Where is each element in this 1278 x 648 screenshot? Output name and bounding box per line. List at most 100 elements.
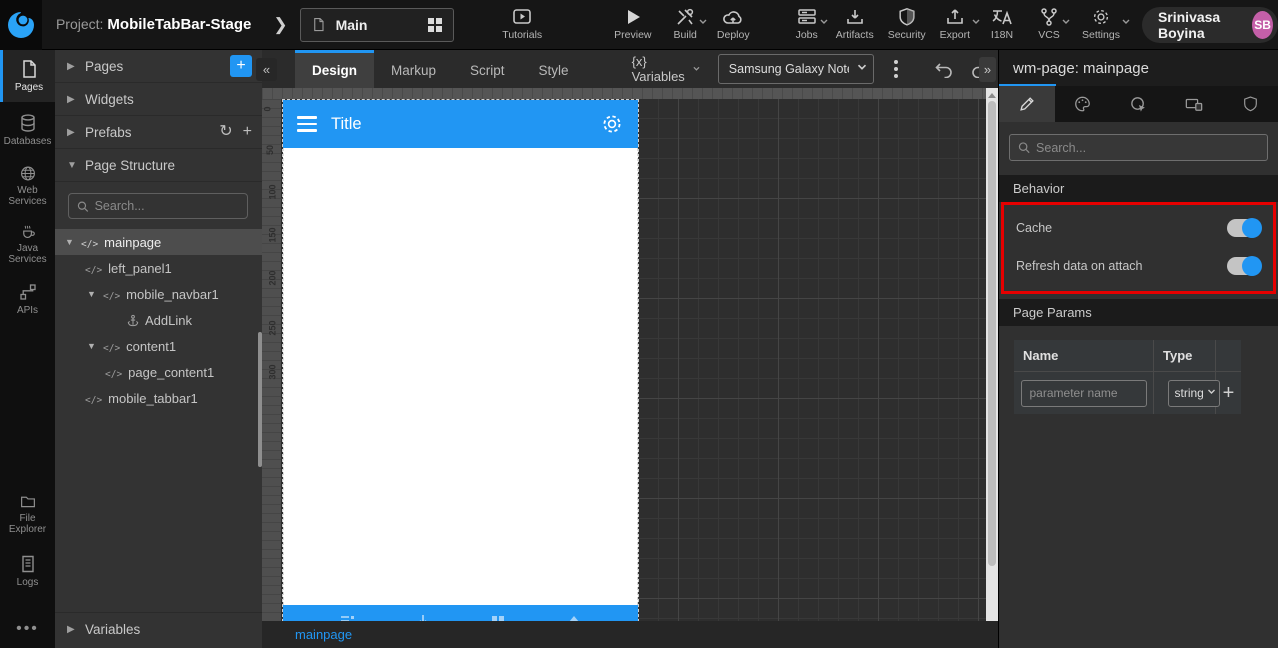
export-button[interactable]: Export [940, 7, 980, 41]
add-parameter-button[interactable]: + [1223, 382, 1235, 405]
vcs-button[interactable]: VCS [1038, 7, 1070, 41]
column-header-type: Type [1154, 340, 1216, 372]
parameter-type-wrapper: string [1167, 379, 1220, 407]
tab-style[interactable]: Style [522, 50, 586, 88]
tab-properties[interactable] [999, 86, 1055, 122]
deploy-button[interactable]: Deploy [717, 7, 750, 41]
tab-design[interactable]: Design [295, 50, 375, 88]
collapse-panel-button[interactable]: « [256, 58, 277, 81]
artifacts-button[interactable]: Artifacts [836, 7, 874, 41]
add-prefab-icon[interactable]: + [243, 124, 252, 140]
tree-item-left-panel1[interactable]: left_panel1 [55, 255, 262, 281]
scroll-up-icon[interactable] [988, 93, 996, 98]
tab-security[interactable] [1222, 86, 1278, 122]
rail-item-java-services[interactable]: Java Services [0, 215, 55, 273]
page-params-table: Name Type string + [1014, 340, 1241, 414]
page-switcher[interactable]: Main [299, 7, 455, 42]
build-button[interactable]: Build [673, 7, 707, 41]
behavior-section-header[interactable]: Behavior [999, 175, 1278, 202]
structure-search-box[interactable] [68, 193, 248, 219]
tree-item-page-content1[interactable]: page_content1 [55, 359, 262, 385]
avatar: SB [1252, 10, 1273, 39]
caret-down-icon[interactable]: ▼ [87, 341, 97, 351]
rail-item-web-services[interactable]: Web Services [0, 157, 55, 215]
variables-dropdown[interactable]: {x} Variables [632, 54, 700, 84]
section-prefabs[interactable]: ▶ Prefabs ↻ + [55, 116, 262, 149]
section-page-structure-label: Page Structure [85, 157, 176, 173]
page-params-section-header[interactable]: Page Params [999, 299, 1278, 326]
section-page-structure[interactable]: ▼ Page Structure [55, 149, 262, 182]
settings-label: Settings [1082, 28, 1120, 41]
device-select[interactable]: Samsung Galaxy Note III [717, 54, 874, 84]
properties-search-input[interactable] [1036, 140, 1259, 155]
navbar-gear-icon[interactable] [600, 112, 624, 136]
properties-search-box[interactable] [1009, 134, 1268, 161]
tab-events[interactable] [1111, 86, 1167, 122]
caret-down-icon[interactable]: ▼ [65, 237, 75, 247]
tree-item-mainpage[interactable]: ▼ mainpage [55, 229, 262, 255]
add-page-button[interactable]: + [230, 55, 252, 77]
hamburger-menu-icon[interactable] [297, 116, 317, 132]
tree-item-mobile-tabbar1[interactable]: mobile_tabbar1 [55, 385, 262, 411]
section-variables[interactable]: ▶ Variables [55, 612, 262, 645]
rail-item-pages[interactable]: Pages [0, 50, 55, 102]
wavemaker-logo[interactable] [0, 0, 42, 50]
inspector-header: wm-page: mainpage [999, 50, 1278, 86]
design-canvas[interactable]: 0 50 100 150 200 250 300 Title [262, 88, 998, 621]
build-label: Build [673, 28, 697, 41]
section-widgets[interactable]: ▶ Widgets [55, 83, 262, 116]
cache-toggle[interactable] [1227, 218, 1262, 238]
toggle-knob [1242, 218, 1262, 238]
section-pages[interactable]: ▶ Pages + [55, 50, 262, 83]
annotation-highlight-box: Cache Refresh data on attach [1001, 202, 1276, 294]
rail-label: Databases [3, 135, 52, 147]
tree-item-addlink[interactable]: AddLink [55, 307, 262, 333]
tree-item-content1[interactable]: ▼ content1 [55, 333, 262, 359]
rail-item-file-explorer[interactable]: File Explorer [0, 485, 55, 543]
tab-devices[interactable] [1166, 86, 1222, 122]
deploy-label: Deploy [716, 28, 750, 41]
parameter-name-input[interactable] [1020, 379, 1147, 407]
list-icon [340, 616, 354, 621]
chevron-down-icon [699, 19, 707, 24]
mobile-tabbar[interactable] [283, 605, 638, 621]
mobile-page-content[interactable] [283, 148, 638, 605]
more-options-kebab-icon[interactable] [888, 56, 904, 82]
rail-item-logs[interactable]: Logs [0, 543, 55, 598]
tab-script[interactable]: Script [453, 50, 522, 88]
play-icon [627, 9, 640, 24]
tab-styles[interactable] [1055, 86, 1111, 122]
undo-button[interactable] [926, 57, 962, 82]
rail-item-apis[interactable]: APIs [0, 273, 55, 325]
top-bar: Project: MobileTabBar-Stage ❯ Main Tutori… [0, 0, 1278, 50]
rail-overflow-button[interactable]: ••• [0, 620, 55, 638]
apis-icon [19, 284, 36, 300]
refresh-data-toggle[interactable] [1227, 256, 1262, 276]
expand-panel-button[interactable]: » [979, 57, 996, 82]
breadcrumb-chevron-icon[interactable]: ❯ [273, 15, 287, 35]
settings-button[interactable]: Settings [1082, 7, 1130, 41]
canvas-scrollbar[interactable] [986, 88, 998, 621]
mobile-navbar[interactable]: Title [283, 100, 638, 148]
tab-markup[interactable]: Markup [374, 50, 453, 88]
security-button[interactable]: Security [888, 7, 926, 41]
mobile-page-preview[interactable]: Title [282, 99, 639, 621]
user-menu[interactable]: Srinivasa Boyina SB [1141, 6, 1278, 43]
jobs-button[interactable]: Jobs [796, 7, 828, 41]
project-label: Project: [55, 16, 104, 32]
horizontal-ruler [262, 88, 998, 99]
parameter-type-select[interactable]: string [1167, 379, 1220, 407]
preview-button[interactable]: Preview [614, 7, 652, 41]
refresh-prefabs-icon[interactable]: ↻ [219, 124, 232, 140]
tutorials-button[interactable]: Tutorials [502, 7, 542, 41]
structure-search-input[interactable] [94, 199, 239, 213]
open-page-tab-mainpage[interactable]: mainpage [295, 627, 352, 642]
rail-label: APIs [16, 305, 39, 316]
rail-item-databases[interactable]: Databases [0, 102, 55, 157]
caret-down-icon[interactable]: ▼ [87, 289, 97, 299]
canvas-scrollbar-thumb[interactable] [988, 101, 996, 566]
code-icon [103, 287, 120, 302]
preview-label: Preview [614, 28, 652, 41]
tree-item-mobile-navbar1[interactable]: ▼ mobile_navbar1 [55, 281, 262, 307]
i18n-button[interactable]: I18N [990, 7, 1014, 41]
